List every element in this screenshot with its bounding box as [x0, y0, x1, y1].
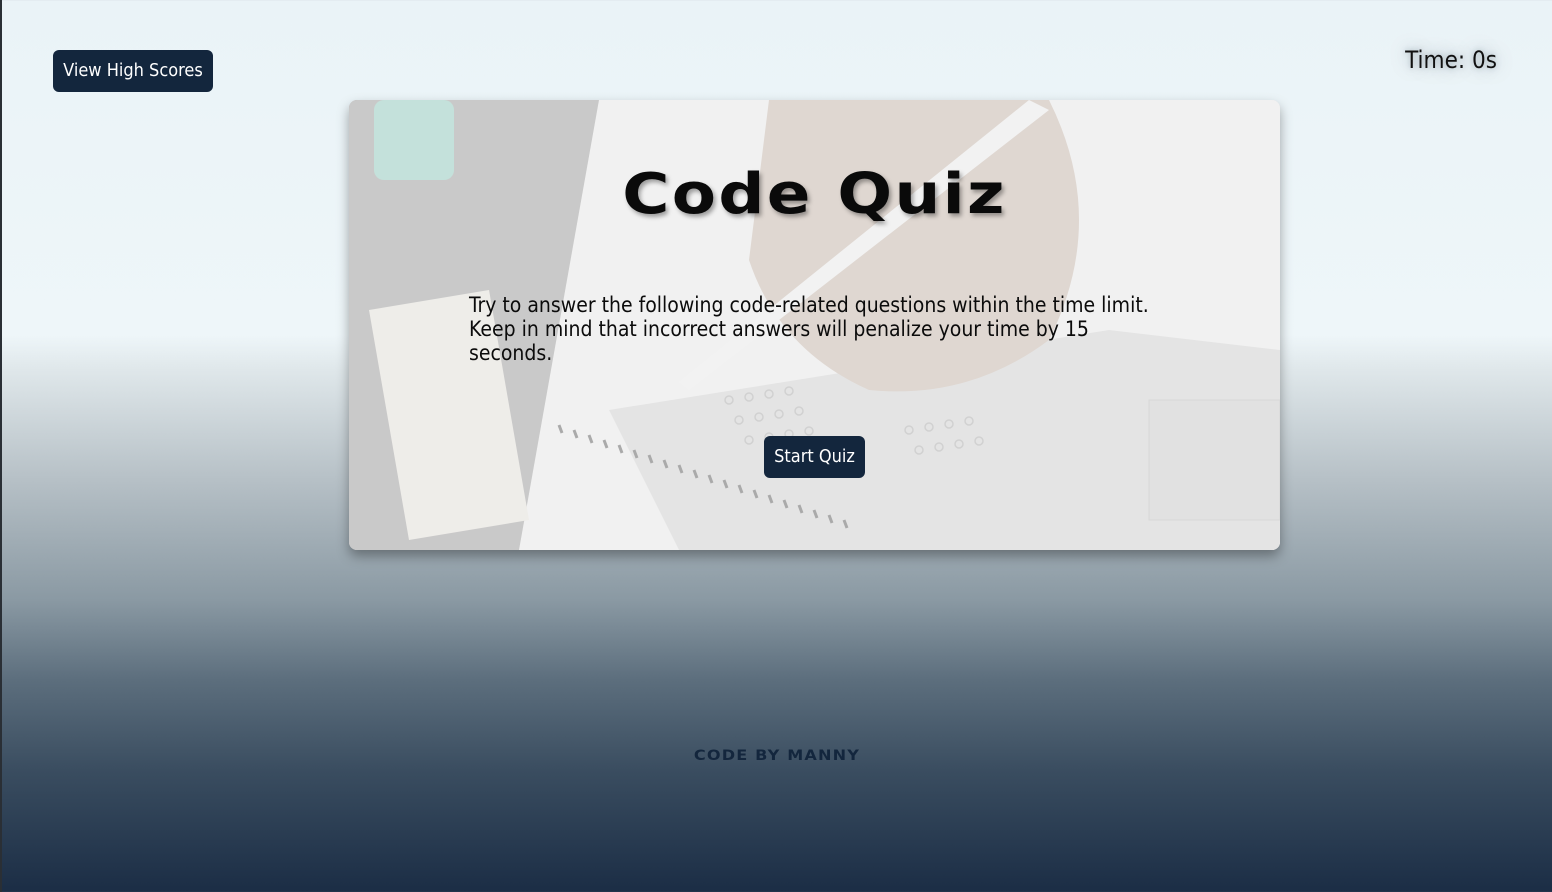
quiz-description: Try to answer the following code-related… [469, 293, 1149, 365]
quiz-intro-card: Code Quiz Try to answer the following co… [349, 100, 1280, 550]
start-quiz-button[interactable]: Start Quiz [764, 436, 865, 478]
footer-credit: CODE BY MANNY [693, 748, 861, 764]
timer-display: Time: 0s [1405, 46, 1497, 74]
quiz-title: Code Quiz [622, 162, 1007, 227]
view-high-scores-button[interactable]: View High Scores [53, 50, 213, 92]
